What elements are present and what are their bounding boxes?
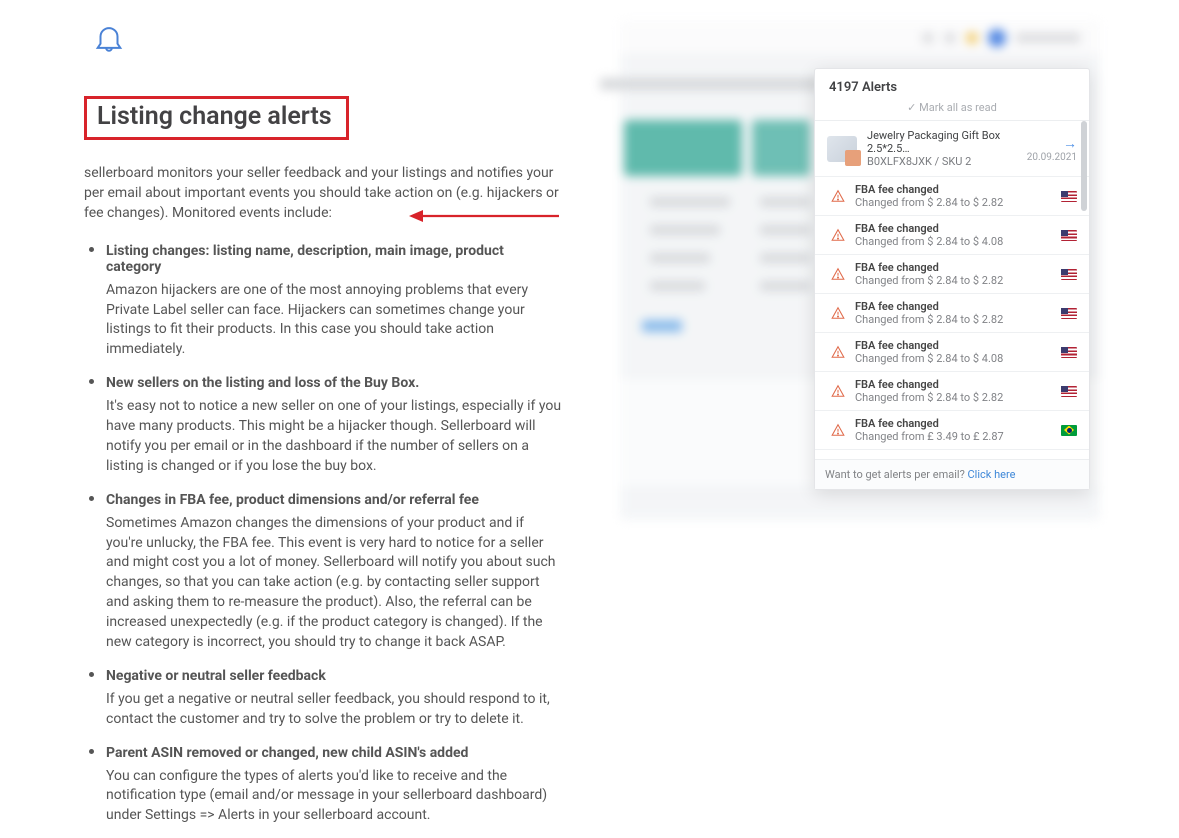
alert-row[interactable]: FBA fee changed Changed from $ 2.84 to $… (815, 333, 1089, 372)
alert-title: FBA fee changed (855, 417, 1051, 430)
alerts-footer: Want to get alerts per email? Click here (815, 459, 1089, 489)
page-title: Listing change alerts (97, 102, 332, 131)
alerts-panel: 4197 Alerts Mark all as read Jewelry Pac… (814, 68, 1090, 490)
alert-title: FBA fee changed (855, 183, 1051, 196)
alert-subtitle: Changed from $ 2.84 to $ 4.08 (855, 352, 1051, 365)
feature-title: Changes in FBA fee, product dimensions a… (106, 492, 562, 508)
warning-icon (831, 189, 845, 203)
footer-link[interactable]: Click here (968, 468, 1016, 481)
warning-icon (831, 267, 845, 281)
product-title: Jewelry Packaging Gift Box 2.5*2.5… (867, 129, 1017, 155)
feature-body: Amazon hijackers are one of the most ann… (106, 281, 562, 361)
alert-subtitle: Changed from £ 3.49 to £ 2.87 (855, 430, 1051, 443)
alert-subtitle: Changed from $ 2.84 to $ 4.08 (855, 235, 1051, 248)
alerts-list: Jewelry Packaging Gift Box 2.5*2.5… B0XL… (815, 120, 1089, 459)
product-sku: B0XLFX8JXK / SKU 2 (867, 155, 1017, 168)
scrollbar-thumb[interactable] (1081, 121, 1087, 211)
feature-body: Sometimes Amazon changes the dimensions … (106, 514, 562, 653)
feature-body: If you get a negative or neutral seller … (106, 690, 562, 730)
warning-icon (831, 423, 845, 437)
alert-row[interactable]: FBA fee changed Changed from $ 2.84 to $… (815, 177, 1089, 216)
screenshot-preview: 4197 Alerts Mark all as read Jewelry Pac… (620, 20, 1120, 540)
flag-icon (1061, 347, 1077, 358)
alert-row[interactable]: FBA fee changed Changed from $ 2.84 to $… (815, 294, 1089, 333)
alert-title: FBA fee changed (855, 222, 1051, 235)
flag-icon (1061, 308, 1077, 319)
product-thumbnail (827, 136, 857, 162)
flag-icon (1061, 425, 1077, 436)
feature-title: New sellers on the listing and loss of t… (106, 375, 562, 391)
bell-icon (92, 18, 126, 58)
alerts-count: 4197 Alerts (815, 69, 1089, 101)
warning-icon (831, 345, 845, 359)
title-highlight-box: Listing change alerts (84, 96, 349, 140)
open-arrow-icon[interactable]: → (1031, 135, 1077, 152)
footer-text: Want to get alerts per email? (825, 468, 968, 481)
alert-subtitle: Changed from $ 2.84 to $ 2.82 (855, 274, 1051, 287)
warning-icon (831, 384, 845, 398)
flag-icon (1061, 269, 1077, 280)
warning-icon (831, 306, 845, 320)
alert-title: FBA fee changed (855, 300, 1051, 313)
alert-row[interactable]: FBA fee changed Changed from $ 2.84 to $… (815, 372, 1089, 411)
feature-title: Parent ASIN removed or changed, new chil… (106, 745, 562, 761)
alert-subtitle: Changed from $ 2.84 to $ 2.82 (855, 196, 1051, 209)
flag-icon (1061, 191, 1077, 202)
warning-icon (831, 228, 845, 242)
feature-list: Listing changes: listing name, descripti… (84, 240, 562, 827)
mark-all-read-link[interactable]: Mark all as read (815, 101, 1089, 120)
alert-subtitle: Changed from $ 2.84 to $ 2.82 (855, 313, 1051, 326)
alert-row[interactable]: FBA fee changed Changed from £ 3.49 to £… (815, 411, 1089, 450)
alert-subtitle: Changed from $ 2.84 to $ 2.82 (855, 391, 1051, 404)
feature-body: You can configure the types of alerts yo… (106, 767, 562, 827)
alert-row[interactable]: FBA fee changed Changed from $ 2.84 to $… (815, 255, 1089, 294)
alert-title: FBA fee changed (855, 339, 1051, 352)
feature-body: It's easy not to notice a new seller on … (106, 397, 562, 477)
feature-title: Negative or neutral seller feedback (106, 668, 562, 684)
product-date: 20.09.2021 (1027, 152, 1077, 163)
flag-icon (1061, 386, 1077, 397)
flag-icon (1061, 230, 1077, 241)
alert-product-row[interactable]: Jewelry Packaging Gift Box 2.5*2.5… B0XL… (815, 121, 1089, 177)
arrow-annotation (409, 206, 559, 226)
alert-title: FBA fee changed (855, 261, 1051, 274)
feature-title: Listing changes: listing name, descripti… (106, 243, 562, 275)
alert-title: FBA fee changed (855, 378, 1051, 391)
alert-row[interactable]: FBA fee changed Changed from $ 2.84 to $… (815, 216, 1089, 255)
